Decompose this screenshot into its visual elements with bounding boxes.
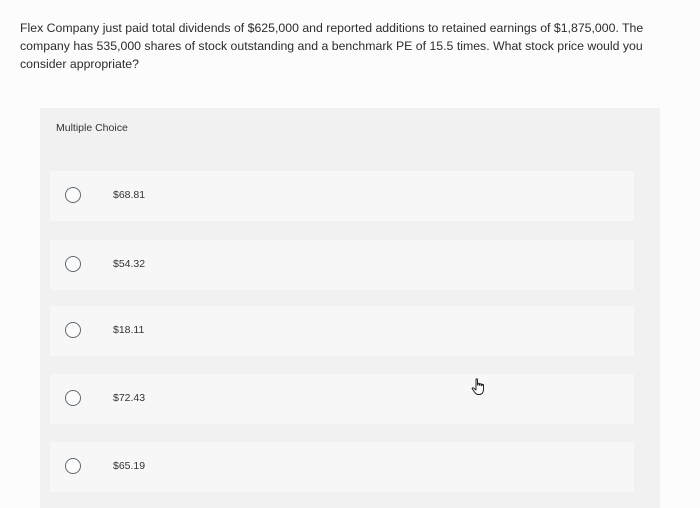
radio-button[interactable]	[65, 187, 81, 203]
option-2[interactable]: $54.32	[50, 240, 634, 290]
radio-button[interactable]	[65, 458, 81, 474]
option-label: $65.19	[113, 460, 146, 472]
option-1[interactable]: $68.81	[50, 171, 634, 221]
radio-button[interactable]	[65, 256, 81, 272]
option-4[interactable]: $72.43	[50, 374, 634, 424]
radio-button[interactable]	[65, 390, 81, 406]
option-label: $68.81	[113, 189, 146, 201]
option-5[interactable]: $65.19	[50, 442, 634, 492]
hand-pointer-icon	[471, 378, 484, 395]
question-text: Flex Company just paid total dividends o…	[20, 21, 644, 71]
option-label: $72.43	[113, 392, 146, 404]
multiple-choice-header: Multiple Choice	[56, 122, 128, 134]
multiple-choice-panel: Multiple Choice $68.81 $54.32 $18.11 $72…	[40, 108, 660, 508]
option-3[interactable]: $18.11	[50, 306, 634, 356]
option-label: $18.11	[113, 324, 145, 336]
radio-button[interactable]	[65, 322, 81, 338]
option-label: $54.32	[113, 258, 146, 270]
